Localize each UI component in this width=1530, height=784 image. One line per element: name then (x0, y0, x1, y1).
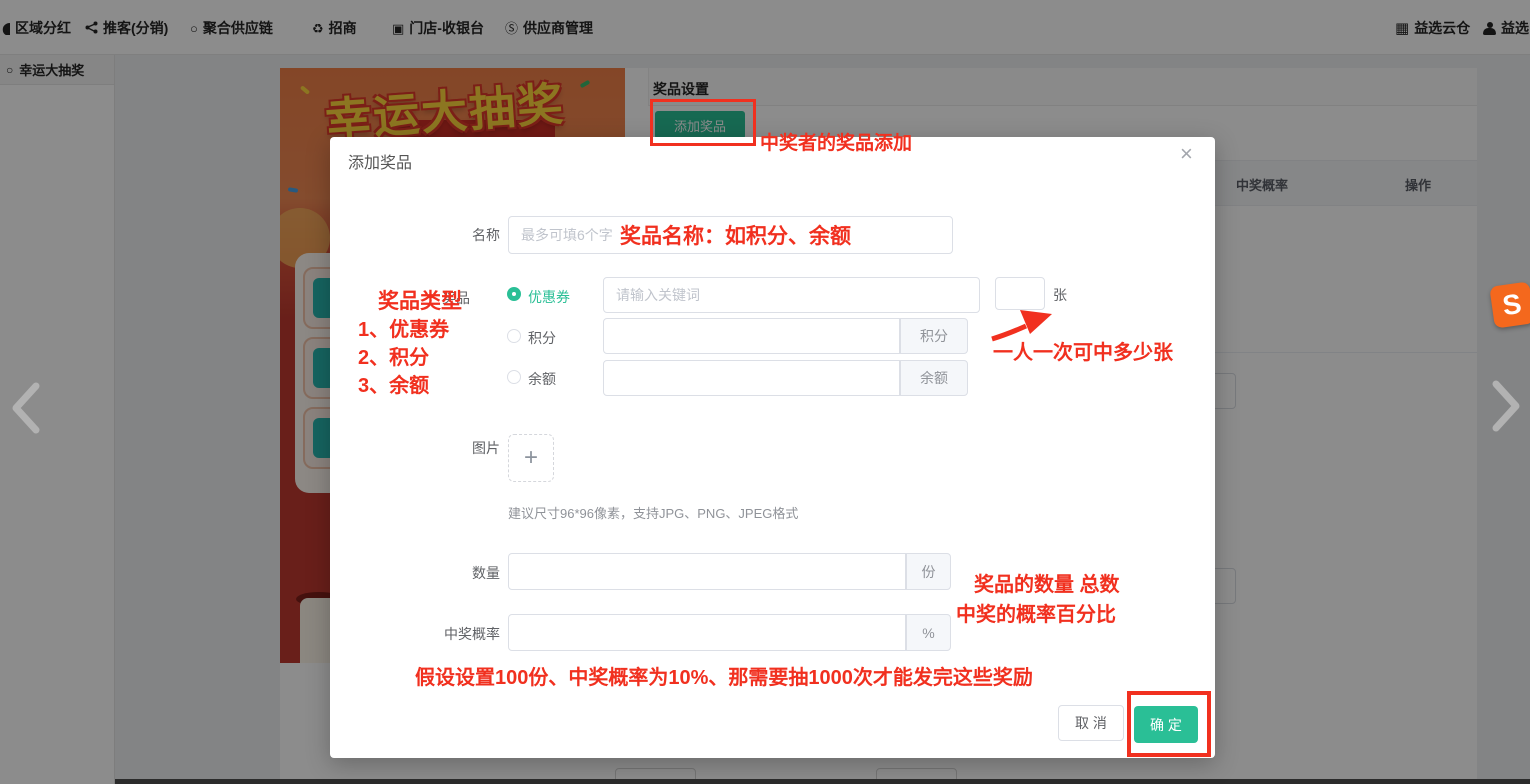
image-upload-box[interactable]: + (508, 434, 554, 482)
close-icon[interactable]: × (1180, 143, 1193, 165)
balance-radio-label[interactable]: 余额 (528, 369, 556, 389)
carousel-next-button[interactable] (1488, 378, 1524, 439)
cancel-button[interactable]: 取 消 (1058, 705, 1124, 741)
points-input[interactable] (603, 318, 900, 354)
qty-label: 数量 (420, 563, 500, 583)
page: ⬤ 区域分红 推客(分销) ○ 聚合供应链 ♻ 招商 ▣ 门店-收银台 Ⓢ 供应… (0, 0, 1530, 784)
name-label: 名称 (420, 225, 500, 245)
annotation-box-add-button (650, 99, 756, 146)
points-radio-label[interactable]: 积分 (528, 328, 556, 348)
annotation-type-3: 3、余额 (358, 369, 429, 398)
prob-input[interactable] (508, 614, 906, 651)
annotation-type-2: 2、积分 (358, 341, 429, 370)
points-suffix: 积分 (900, 318, 968, 354)
annotation-prob-note: 中奖的概率百分比 (956, 598, 1116, 627)
qty-input[interactable] (508, 553, 906, 590)
coupon-radio-label[interactable]: 优惠券 (528, 287, 570, 307)
annotation-type-title: 奖品类型 (378, 285, 462, 315)
annotation-name-note: 奖品名称：如积分、余额 (620, 220, 851, 250)
annotation-box-confirm (1127, 691, 1211, 757)
coupon-keyword-input[interactable] (603, 277, 980, 313)
balance-suffix: 余额 (900, 360, 968, 396)
annotation-bottom-note: 假设设置100份、中奖概率为10%、那需要抽1000次才能发完这些奖励 (415, 661, 1033, 690)
plus-icon: + (524, 444, 538, 472)
dialog-title: 添加奖品 (348, 149, 412, 173)
balance-radio[interactable] (507, 370, 521, 384)
prob-label: 中奖概率 (420, 624, 500, 644)
annotation-type-1: 1、优惠券 (358, 313, 449, 342)
annotation-qty-note: 奖品的数量 总数 (974, 568, 1120, 597)
coupon-radio[interactable] (507, 287, 521, 301)
watermark-s-logo: S (1489, 281, 1530, 328)
image-label: 图片 (420, 438, 500, 458)
annotation-add-note: 中奖者的奖品添加 (760, 128, 912, 155)
carousel-prev-button[interactable] (8, 380, 44, 441)
image-hint: 建议尺寸96*96像素，支持JPG、PNG、JPEG格式 (508, 503, 798, 522)
balance-input[interactable] (603, 360, 900, 396)
coupon-unit-label: 张 (1053, 285, 1067, 305)
annotation-unit-note: 一人一次可中多少张 (993, 336, 1173, 365)
prob-suffix: % (906, 614, 951, 651)
qty-suffix: 份 (906, 553, 951, 590)
points-radio[interactable] (507, 329, 521, 343)
